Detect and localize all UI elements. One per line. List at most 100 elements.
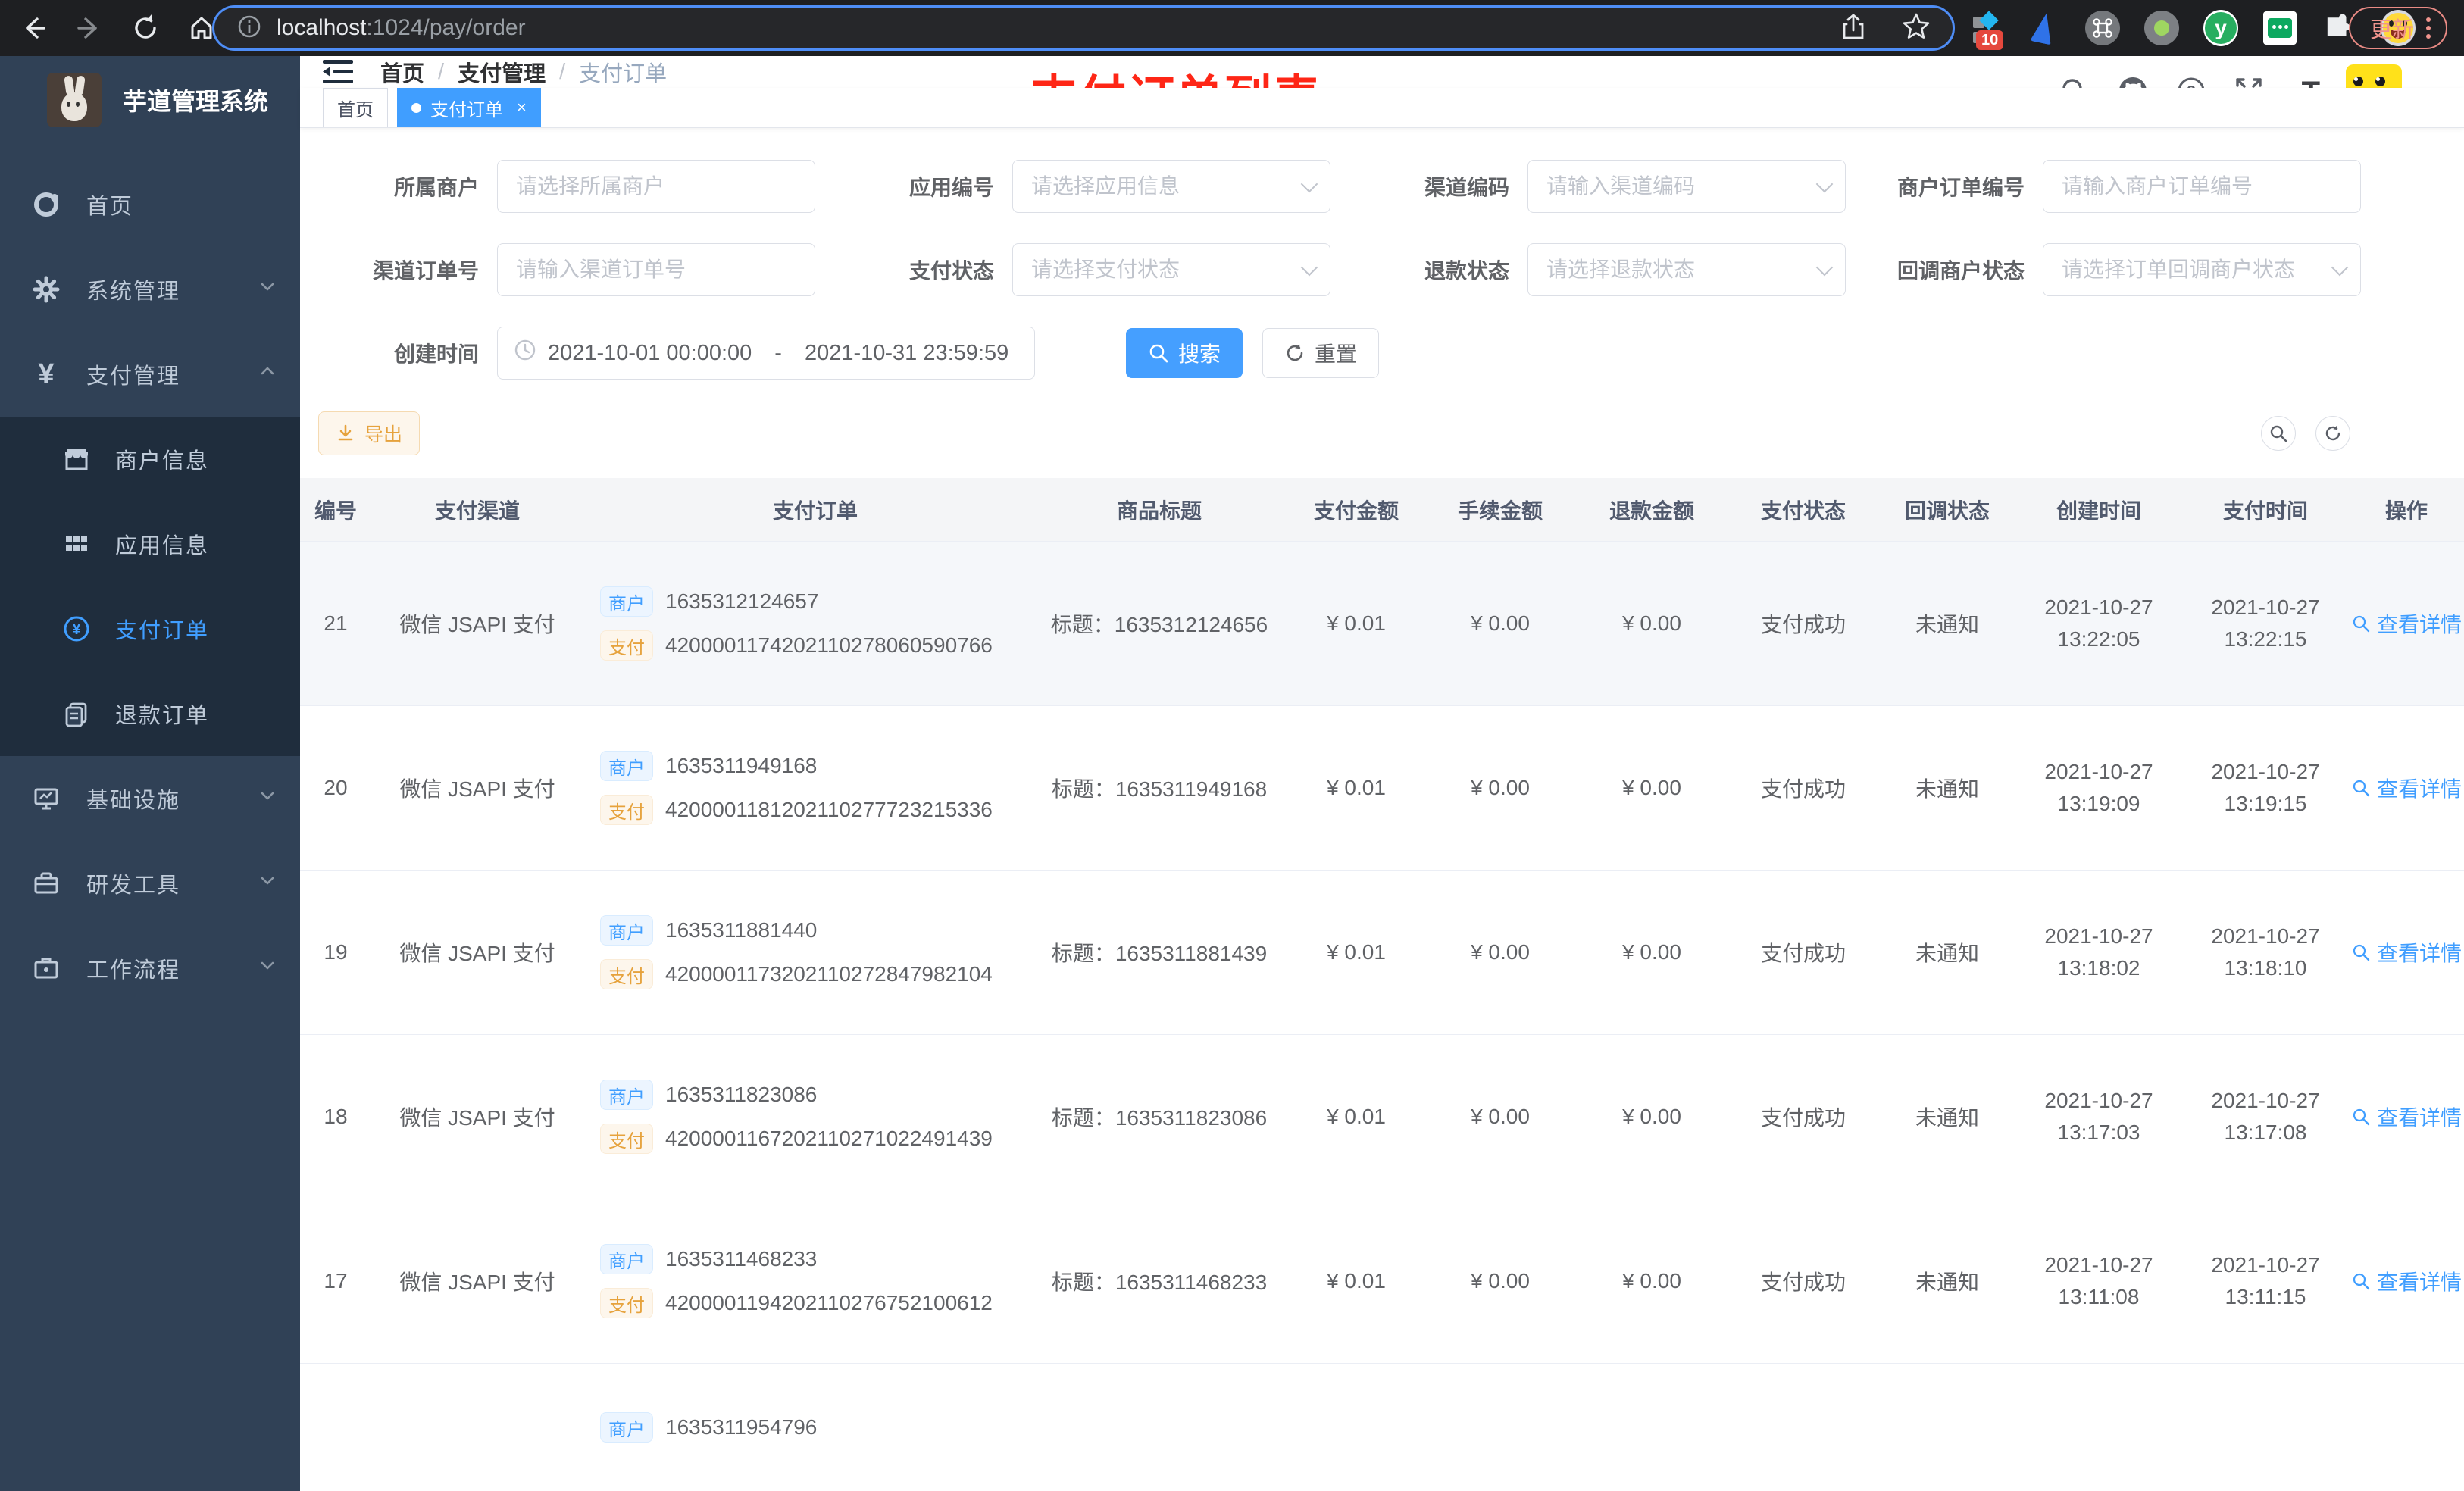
refund-status-select[interactable] — [1527, 243, 1846, 296]
create-time: 13:19:09 — [2057, 792, 2140, 815]
share-icon[interactable] — [1839, 12, 1868, 45]
app-select[interactable] — [1012, 160, 1330, 213]
sidebar-item-payment[interactable]: ¥ 支付管理 — [0, 332, 300, 417]
notify-status: 未通知 — [1915, 777, 1979, 801]
sidebar-fold-icon[interactable] — [323, 57, 356, 87]
browser-back-icon[interactable] — [18, 13, 48, 43]
notify-status: 未通知 — [1915, 613, 1979, 636]
product-title: 标题：1635311881439 — [1051, 942, 1268, 965]
pay-status-select[interactable] — [1012, 243, 1330, 296]
pay-status: 支付成功 — [1760, 613, 1846, 636]
pay-channel: 微信 JSAPI 支付 — [399, 613, 555, 636]
sidebar: 芋道管理系统 首页 系统管理 ¥ 支付管理 商户信息 应用信息 ¥ 支付订单 退… — [0, 56, 300, 1491]
extension-yuque-icon[interactable]: y — [2203, 10, 2238, 46]
pay-status: 支付成功 — [1760, 1106, 1846, 1130]
tab-close-icon[interactable]: × — [517, 98, 527, 117]
view-detail-link[interactable]: 查看详情 — [2351, 608, 2462, 639]
extension-kite-icon[interactable] — [2026, 11, 2061, 45]
tab-home[interactable]: 首页 — [323, 88, 388, 127]
date-start: 2021-10-01 00:00:00 — [548, 340, 752, 365]
pay-amount: ¥ 0.01 — [1327, 1105, 1386, 1128]
table-row: 21 微信 JSAPI 支付 商户 1635312124657 支付 42000… — [300, 542, 2464, 706]
notify-status-select[interactable] — [2043, 243, 2361, 296]
merchant-tag: 商户 — [600, 1244, 653, 1274]
pay-date: 2021-10-27 — [2211, 595, 2320, 619]
notify-status: 未通知 — [1915, 1106, 1979, 1130]
export-button[interactable]: 导出 — [318, 411, 421, 455]
sidebar-item-infrastructure[interactable]: 基础设施 — [0, 756, 300, 841]
extension-badge: 10 — [1976, 30, 2004, 50]
refresh-button[interactable] — [2315, 416, 2350, 451]
sidebar-item-app-info[interactable]: 应用信息 — [0, 502, 300, 586]
sidebar-item-workflow[interactable]: 工作流程 — [0, 926, 300, 1011]
shop-icon — [61, 444, 92, 474]
pay-amount: ¥ 0.01 — [1327, 940, 1386, 964]
channel-order-no-input[interactable] — [497, 243, 815, 296]
address-bar[interactable]: localhost:1024/pay/order — [212, 5, 1955, 51]
extension-devtools-icon[interactable]: 10 — [1967, 11, 2004, 50]
sidebar-item-dev-tools[interactable]: 研发工具 — [0, 841, 300, 926]
breadcrumb: 首页 / 支付管理 / 支付订单 — [380, 56, 667, 88]
create-time: 13:18:02 — [2057, 956, 2140, 980]
channel-code-select[interactable] — [1527, 160, 1846, 213]
app-title: 芋道管理系统 — [123, 88, 269, 115]
create-date: 2021-10-27 — [2044, 924, 2153, 948]
chevron-up-icon — [258, 361, 277, 387]
create-time: 13:11:08 — [2058, 1285, 2140, 1308]
browser-forward-icon[interactable] — [74, 13, 105, 43]
pay-tag: 支付 — [600, 1288, 653, 1318]
bookmark-star-icon[interactable] — [1901, 11, 1931, 45]
tab-pay-order[interactable]: 支付订单 × — [397, 88, 541, 127]
top-navbar: 首页 / 支付管理 / 支付订单 支付订单列表 ? — [300, 56, 2464, 124]
app-logo — [47, 73, 102, 127]
view-detail-link[interactable]: 查看详情 — [2351, 773, 2462, 803]
notify-status: 未通知 — [1915, 1271, 1979, 1294]
extension-cmd-icon[interactable] — [2085, 11, 2120, 45]
pay-date: 2021-10-27 — [2211, 924, 2320, 948]
browser-update-button[interactable]: 更新 — [2348, 7, 2447, 49]
monitor-icon — [30, 783, 62, 814]
pay-channel: 微信 JSAPI 支付 — [399, 942, 555, 965]
create-time-range-picker[interactable]: 2021-10-01 00:00:00 - 2021-10-31 23:59:5… — [497, 327, 1035, 380]
browser-reload-icon[interactable] — [130, 13, 161, 43]
view-detail-link[interactable]: 查看详情 — [2351, 1266, 2462, 1296]
pay-time: 13:18:10 — [2224, 956, 2307, 980]
pay-channel: 微信 JSAPI 支付 — [399, 1106, 555, 1130]
dashboard-icon — [30, 189, 62, 220]
pay-date: 2021-10-27 — [2211, 760, 2320, 783]
sidebar-item-merchant-info[interactable]: 商户信息 — [0, 417, 300, 502]
product-title: 标题：1635311468233 — [1051, 1271, 1268, 1294]
fee-amount: ¥ 0.00 — [1471, 611, 1530, 635]
pay-order-no: 4200001194202110276752100612 — [665, 1291, 993, 1314]
sidebar-item-home[interactable]: 首页 — [0, 162, 300, 247]
sidebar-item-refund-order[interactable]: 退款订单 — [0, 671, 300, 756]
view-detail-link[interactable]: 查看详情 — [2351, 1102, 2462, 1132]
svg-text:¥: ¥ — [72, 621, 81, 638]
refund-amount: ¥ 0.00 — [1622, 940, 1681, 964]
sidebar-item-system[interactable]: 系统管理 — [0, 247, 300, 332]
filter-app: 应用编号 — [833, 160, 1349, 213]
grid-icon — [61, 529, 92, 559]
merchant-input[interactable] — [497, 160, 815, 213]
filter-notify-status: 回调商户状态 — [1864, 243, 2379, 296]
toolbox-icon — [30, 868, 62, 899]
reset-button[interactable]: 重置 — [1262, 328, 1380, 378]
breadcrumb-payment[interactable]: 支付管理 — [458, 56, 546, 88]
order-id: 18 — [324, 1105, 348, 1128]
breadcrumb-home[interactable]: 首页 — [380, 56, 424, 88]
table-row-partial: 商户 1635311954796 — [300, 1364, 2464, 1491]
toggle-search-button[interactable] — [2261, 416, 2296, 451]
browser-menu-icon[interactable] — [2426, 17, 2431, 39]
product-title: 标题：1635311823086 — [1051, 1106, 1268, 1130]
app-logo-row[interactable]: 芋道管理系统 — [0, 56, 300, 144]
merchant-order-no: 1635311468233 — [665, 1247, 818, 1271]
extension-dot-icon[interactable] — [2144, 11, 2179, 45]
search-button[interactable]: 搜索 — [1126, 328, 1243, 378]
product-title: 标题：1635312124656 — [1050, 613, 1268, 636]
merchant-order-no-input[interactable] — [2043, 160, 2361, 213]
pay-order-no: 4200001181202110277723215336 — [665, 798, 993, 821]
site-info-icon[interactable] — [236, 13, 263, 44]
extension-chat-icon[interactable] — [2262, 11, 2297, 45]
view-detail-link[interactable]: 查看详情 — [2351, 937, 2462, 967]
sidebar-item-pay-order[interactable]: ¥ 支付订单 — [0, 586, 300, 671]
